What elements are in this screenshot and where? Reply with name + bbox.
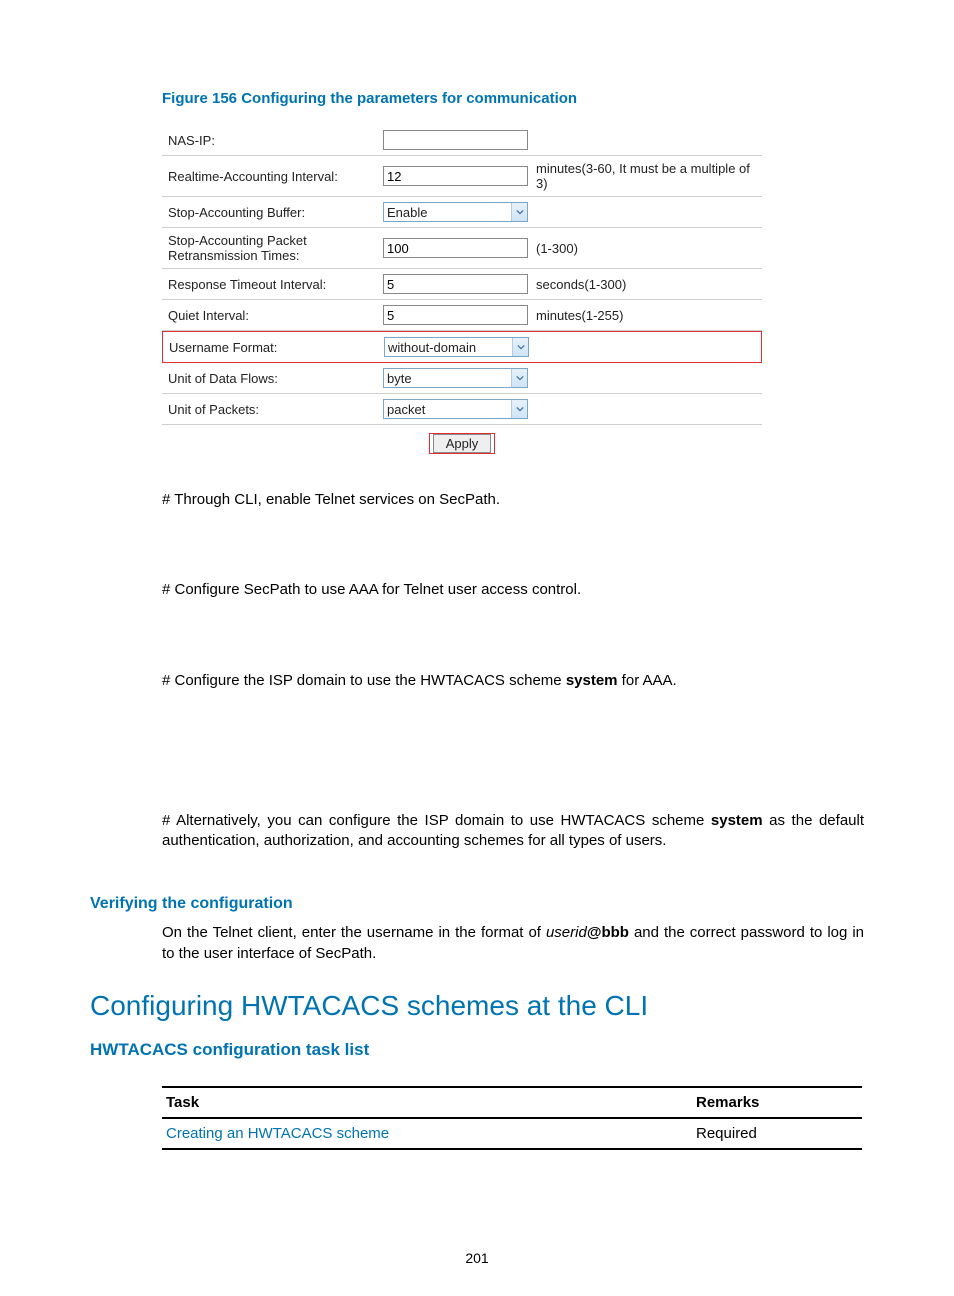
td-remarks: Required bbox=[692, 1118, 862, 1149]
table-header-row: Task Remarks bbox=[162, 1087, 862, 1118]
verify-italic: userid bbox=[546, 924, 587, 941]
select-value: without-domain bbox=[388, 340, 476, 355]
form-row: Username Format: without-domain bbox=[162, 331, 762, 363]
field-label: Unit of Data Flows: bbox=[168, 371, 383, 386]
form-row: Unit of Packets: packet bbox=[162, 394, 762, 425]
text-input[interactable] bbox=[383, 274, 528, 294]
chevron-down-icon bbox=[511, 203, 527, 221]
chevron-down-icon bbox=[511, 369, 527, 387]
apply-button-highlight: Apply bbox=[429, 433, 496, 454]
heading-cli: Configuring HWTACACS schemes at the CLI bbox=[90, 990, 864, 1022]
select-input[interactable]: without-domain bbox=[384, 337, 529, 357]
form-row: Stop-Accounting Buffer: Enable bbox=[162, 197, 762, 228]
apply-row: Apply bbox=[162, 425, 762, 454]
heading-tasklist: HWTACACS configuration task list bbox=[90, 1040, 864, 1060]
para4-pre: # Alternatively, you can configure the I… bbox=[162, 812, 711, 829]
field-label: Realtime-Accounting Interval: bbox=[168, 169, 383, 184]
field-label: NAS-IP: bbox=[168, 133, 383, 148]
table-row: Creating an HWTACACS scheme Required bbox=[162, 1118, 862, 1149]
field-hint: minutes(1-255) bbox=[536, 308, 762, 323]
text-input[interactable] bbox=[383, 166, 528, 186]
apply-button[interactable]: Apply bbox=[433, 434, 492, 453]
field-label: Unit of Packets: bbox=[168, 402, 383, 417]
heading-verify: Verifying the configuration bbox=[90, 895, 864, 913]
form-row: Response Timeout Interval: seconds(1-300) bbox=[162, 269, 762, 300]
field-label: Stop-Accounting Buffer: bbox=[168, 205, 383, 220]
form-row: Unit of Data Flows: byte bbox=[162, 363, 762, 394]
select-input[interactable]: byte bbox=[383, 368, 528, 388]
paragraph-1: # Through CLI, enable Telnet services on… bbox=[162, 490, 864, 510]
paragraph-4: # Alternatively, you can configure the I… bbox=[162, 811, 864, 852]
field-hint: (1-300) bbox=[536, 241, 762, 256]
th-task: Task bbox=[162, 1087, 692, 1118]
form-row: NAS-IP: bbox=[162, 125, 762, 156]
field-label: Response Timeout Interval: bbox=[168, 277, 383, 292]
verify-bold: @bbb bbox=[587, 924, 629, 941]
select-input[interactable]: packet bbox=[383, 399, 528, 419]
para4-bold: system bbox=[711, 812, 763, 829]
task-link[interactable]: Creating an HWTACACS scheme bbox=[166, 1125, 389, 1142]
chevron-down-icon bbox=[511, 400, 527, 418]
para3-pre: # Configure the ISP domain to use the HW… bbox=[162, 672, 566, 689]
text-input[interactable] bbox=[383, 130, 528, 150]
paragraph-2: # Configure SecPath to use AAA for Telne… bbox=[162, 580, 864, 600]
chevron-down-icon bbox=[512, 338, 528, 356]
paragraph-3: # Configure the ISP domain to use the HW… bbox=[162, 671, 864, 691]
text-input[interactable] bbox=[383, 305, 528, 325]
verify-paragraph: On the Telnet client, enter the username… bbox=[162, 923, 864, 964]
task-table: Task Remarks Creating an HWTACACS scheme… bbox=[162, 1086, 862, 1150]
page-number: 201 bbox=[0, 1250, 954, 1266]
th-remarks: Remarks bbox=[692, 1087, 862, 1118]
para3-post: for AAA. bbox=[618, 672, 677, 689]
select-input[interactable]: Enable bbox=[383, 202, 528, 222]
config-form: NAS-IP: Realtime-Accounting Interval: minu… bbox=[162, 125, 762, 454]
select-value: Enable bbox=[387, 205, 427, 220]
select-value: packet bbox=[387, 402, 425, 417]
verify-pre: On the Telnet client, enter the username… bbox=[162, 924, 546, 941]
field-label: Stop-Accounting Packet Retransmission Ti… bbox=[168, 233, 383, 263]
form-row: Realtime-Accounting Interval: minutes(3-6… bbox=[162, 156, 762, 197]
para3-bold: system bbox=[566, 672, 618, 689]
text-input[interactable] bbox=[383, 238, 528, 258]
select-value: byte bbox=[387, 371, 412, 386]
field-label: Quiet Interval: bbox=[168, 308, 383, 323]
figure-caption: Figure 156 Configuring the parameters fo… bbox=[162, 90, 864, 107]
form-row: Quiet Interval: minutes(1-255) bbox=[162, 300, 762, 331]
form-row: Stop-Accounting Packet Retransmission Ti… bbox=[162, 228, 762, 269]
field-hint: seconds(1-300) bbox=[536, 277, 762, 292]
field-label: Username Format: bbox=[169, 340, 384, 355]
field-hint: minutes(3-60, It must be a multiple of 3… bbox=[536, 161, 762, 191]
